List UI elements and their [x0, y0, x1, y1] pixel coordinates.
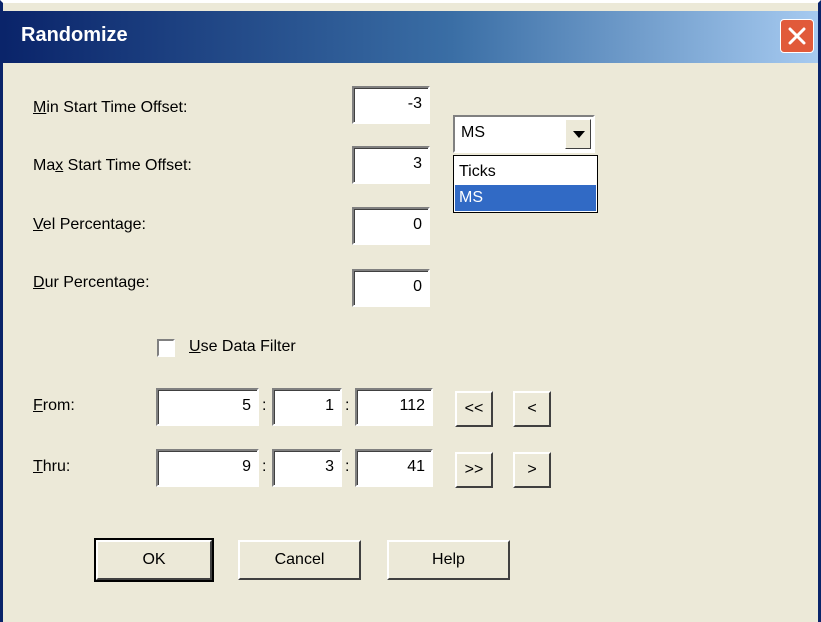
vel-percentage-input[interactable]: 0 [352, 207, 430, 245]
use-data-filter-checkbox[interactable] [157, 339, 175, 357]
max-start-offset-input[interactable]: 3 [352, 146, 430, 184]
close-icon [788, 27, 806, 45]
ok-button[interactable]: OK [94, 538, 214, 582]
thru-label: Thru: [33, 458, 71, 475]
dur-percentage-input[interactable]: 0 [352, 269, 430, 307]
from-colon-2: : [345, 397, 350, 414]
cancel-button[interactable]: Cancel [238, 540, 361, 580]
help-button[interactable]: Help [387, 540, 510, 580]
min-start-offset-input[interactable]: -3 [352, 86, 430, 124]
units-dropdown-list: Ticks MS [453, 155, 598, 213]
thru-beat-input[interactable]: 3 [272, 449, 342, 487]
from-colon-1: : [262, 397, 267, 414]
units-option-ms[interactable]: MS [455, 185, 596, 211]
previous-button[interactable]: < [513, 391, 551, 427]
units-dropdown-button[interactable] [565, 119, 591, 149]
from-label: From: [33, 397, 75, 414]
vel-percentage-label: Vel Percentage: [33, 216, 146, 233]
thru-colon-1: : [262, 458, 267, 475]
from-beat-input[interactable]: 1 [272, 388, 342, 426]
units-select[interactable]: MS [453, 115, 595, 153]
go-to-start-button[interactable]: << [455, 391, 493, 427]
min-start-label-rest: in Start Time Offset: [46, 99, 188, 116]
next-button[interactable]: > [513, 452, 551, 488]
title-bar[interactable]: Randomize [3, 11, 818, 63]
units-option-ticks[interactable]: Ticks [455, 159, 596, 185]
thru-tick-input[interactable]: 41 [355, 449, 433, 487]
thru-bar-input[interactable]: 9 [156, 449, 259, 487]
close-button[interactable] [780, 19, 814, 53]
units-selected-value: MS [461, 124, 485, 141]
max-start-label: Max Start Time Offset: [33, 157, 192, 174]
go-to-end-button[interactable]: >> [455, 452, 493, 488]
dialog-title: Randomize [21, 24, 128, 46]
use-data-filter-label[interactable]: Use Data Filter [189, 338, 296, 356]
min-start-label: Min Start Time Offset: [33, 99, 188, 116]
from-bar-input[interactable]: 5 [156, 388, 259, 426]
dur-percentage-label: Dur Percentage: [33, 274, 150, 291]
thru-colon-2: : [345, 458, 350, 475]
from-tick-input[interactable]: 112 [355, 388, 433, 426]
chevron-down-icon [573, 131, 585, 138]
